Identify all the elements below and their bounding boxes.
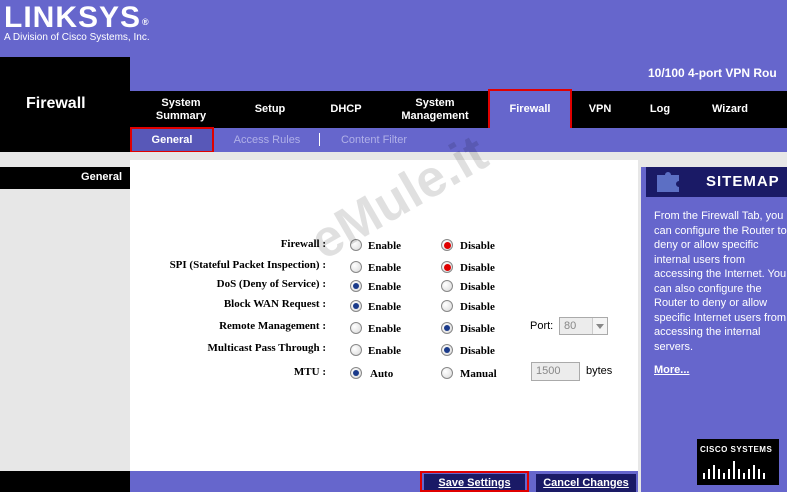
tab-system-management[interactable]: System Management <box>390 91 480 128</box>
multicast-disable-radio[interactable] <box>441 344 453 356</box>
brand-tagline: A Division of Cisco Systems, Inc. <box>4 32 150 43</box>
block-wan-disable-label: Disable <box>460 301 495 313</box>
spi-disable-label: Disable <box>460 262 495 274</box>
tab-dhcp[interactable]: DHCP <box>318 91 374 128</box>
multicast-enable-label: Enable <box>368 345 402 357</box>
subtab-access-rules[interactable]: Access Rules <box>222 128 312 152</box>
cancel-changes-button[interactable]: Cancel Changes <box>536 474 636 492</box>
mtu-label: MTU : <box>293 366 326 378</box>
block-wan-enable-radio[interactable] <box>350 300 362 312</box>
sitemap-title: SITEMAP <box>706 173 780 190</box>
registered-mark: ® <box>142 17 150 27</box>
tab-system-summary[interactable]: System Summary <box>140 91 222 128</box>
block-wan-enable-label: Enable <box>368 301 402 313</box>
firewall-disable-radio[interactable] <box>441 239 453 251</box>
multicast-enable-radio[interactable] <box>350 344 362 356</box>
chevron-down-icon[interactable] <box>592 318 607 334</box>
firewall-disable-label: Disable <box>460 240 495 252</box>
mtu-auto-radio[interactable] <box>350 367 362 379</box>
port-select[interactable]: 80 <box>559 317 608 335</box>
mtu-manual-radio[interactable] <box>441 367 453 379</box>
remote-mgmt-enable-radio[interactable] <box>350 322 362 334</box>
spi-enable-radio[interactable] <box>350 261 362 273</box>
firewall-label: Firewall : <box>280 238 326 250</box>
page-title: Firewall <box>26 95 86 112</box>
remote-mgmt-disable-radio[interactable] <box>441 322 453 334</box>
tab-vpn[interactable]: VPN <box>578 91 622 128</box>
mtu-auto-label: Auto <box>370 368 394 380</box>
cisco-logo-text: CISCO SYSTEMS <box>700 445 773 454</box>
remote-mgmt-disable-label: Disable <box>460 323 495 335</box>
dos-enable-radio[interactable] <box>350 280 362 292</box>
firewall-enable-label: Enable <box>368 240 402 252</box>
bottom-left-bar <box>0 471 130 492</box>
multicast-disable-label: Disable <box>460 345 495 357</box>
block-wan-label: Block WAN Request : <box>223 298 326 310</box>
settings-panel <box>130 160 638 471</box>
save-settings-button[interactable]: Save Settings <box>424 474 525 492</box>
more-link[interactable]: More... <box>654 364 689 376</box>
sitemap-description: From the Firewall Tab, you can configure… <box>654 210 787 353</box>
mtu-input[interactable]: 1500 <box>531 362 580 381</box>
mtu-manual-label: Manual <box>460 368 497 380</box>
spi-disable-radio[interactable] <box>441 261 453 273</box>
section-label: General <box>81 171 122 183</box>
tab-log[interactable]: Log <box>638 91 682 128</box>
dos-disable-label: Disable <box>460 281 495 293</box>
mtu-unit: bytes <box>586 365 613 377</box>
tab-wizard[interactable]: Wizard <box>700 91 760 128</box>
dos-label: DoS (Deny of Service) : <box>216 278 326 290</box>
subnav-separator <box>319 133 320 146</box>
firewall-enable-radio[interactable] <box>350 239 362 251</box>
remote-mgmt-label: Remote Management : <box>219 320 326 332</box>
linksys-logo: LINKSYS® <box>4 1 150 34</box>
remote-mgmt-enable-label: Enable <box>368 323 402 335</box>
subtab-general[interactable]: General <box>131 128 213 152</box>
spi-label: SPI (Stateful Packet Inspection) : <box>169 259 326 271</box>
tab-setup[interactable]: Setup <box>240 91 300 128</box>
dos-enable-label: Enable <box>368 281 402 293</box>
multicast-label: Multicast Pass Through : <box>207 342 326 354</box>
puzzle-piece-icon <box>657 172 679 192</box>
dos-disable-radio[interactable] <box>441 280 453 292</box>
subtab-content-filter[interactable]: Content Filter <box>330 128 418 152</box>
product-name: 10/100 4-port VPN Rou <box>648 66 777 80</box>
tab-firewall[interactable]: Firewall <box>489 91 571 128</box>
block-wan-disable-radio[interactable] <box>441 300 453 312</box>
port-label: Port: <box>530 320 554 332</box>
spi-enable-label: Enable <box>368 262 402 274</box>
